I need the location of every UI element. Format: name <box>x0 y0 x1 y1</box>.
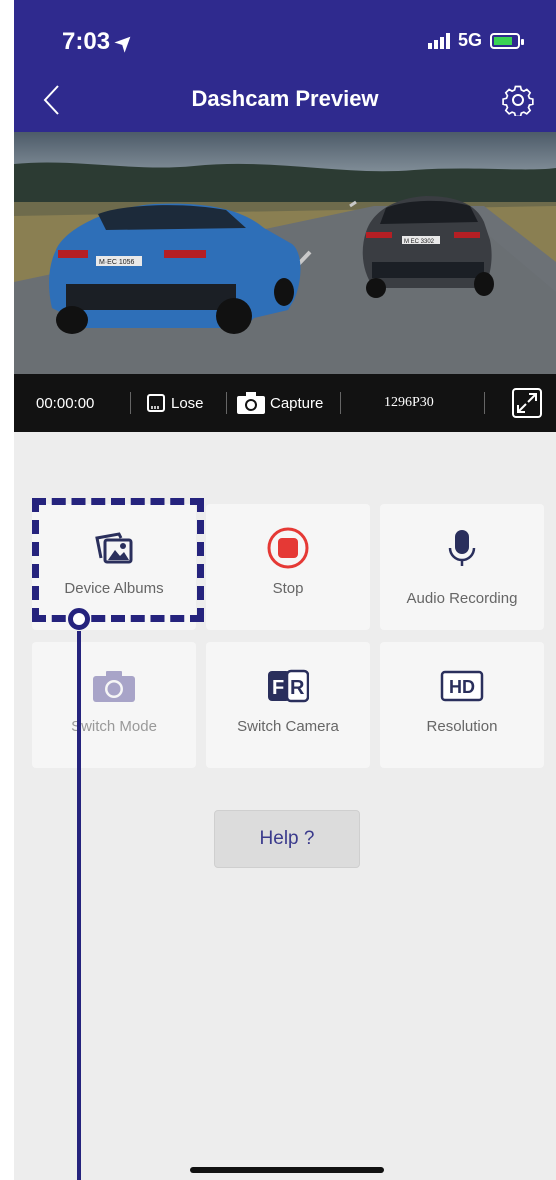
audio-recording-button[interactable]: Audio Recording <box>380 504 544 630</box>
capture-button[interactable]: Capture <box>236 374 323 432</box>
network-label: 5G <box>457 30 482 50</box>
stop-label: Stop <box>272 580 304 597</box>
gear-icon <box>502 85 534 118</box>
video-timestamp: 00:00:00 <box>36 394 95 412</box>
signal-icon <box>427 32 450 49</box>
callout-pointer-dot <box>68 608 90 630</box>
switch-mode-button[interactable]: Switch Mode <box>32 642 196 768</box>
plate-right: M EC 3302 <box>404 239 435 245</box>
video-control-bar: 00:00:00 Lose Capture 1296P30 <box>14 374 556 432</box>
expand-icon <box>512 388 542 418</box>
divider <box>340 392 341 414</box>
status-icons: 5G <box>427 30 524 51</box>
video-preview[interactable]: M·EC 1056 M EC 3302 <box>14 132 556 374</box>
hd-icon: HD <box>440 670 484 702</box>
lose-button[interactable]: Lose <box>146 374 204 432</box>
settings-button[interactable] <box>502 84 534 118</box>
resolution-indicator: 1296P30 <box>384 395 434 410</box>
callout-pointer-line <box>77 631 81 1180</box>
callout-highlight-box <box>32 498 204 622</box>
divider <box>130 392 131 414</box>
sd-card-icon <box>147 394 165 412</box>
capture-label: Capture <box>270 394 324 412</box>
front-letter: F <box>272 677 284 699</box>
lose-label: Lose <box>171 394 204 412</box>
divider <box>226 392 227 414</box>
stop-record-icon <box>267 527 309 569</box>
front-rear-icon: F R <box>268 669 309 703</box>
switch-camera-button[interactable]: F R Switch Camera <box>206 642 370 768</box>
location-arrow-icon: ➤ <box>111 29 139 57</box>
road-scene-image: M·EC 1056 M EC 3302 <box>14 132 556 374</box>
status-time: 7:03➤ <box>62 28 139 57</box>
hd-text: HD <box>449 677 475 697</box>
help-button[interactable]: Help ? <box>214 810 360 868</box>
microphone-icon <box>448 530 476 566</box>
stop-button[interactable]: Stop <box>206 504 370 630</box>
camera-icon <box>93 671 135 702</box>
phone-screen: 7:03➤ 5G Dashcam Preview M·EC 1056 M EC … <box>14 0 556 1180</box>
switch-mode-label: Switch Mode <box>71 718 157 735</box>
audio-recording-label: Audio Recording <box>406 590 518 607</box>
rear-letter: R <box>290 677 305 699</box>
battery-icon <box>490 32 524 49</box>
fullscreen-button[interactable] <box>512 374 542 432</box>
switch-camera-label: Switch Camera <box>237 718 339 735</box>
page-title: Dashcam Preview <box>191 86 379 111</box>
home-indicator <box>190 1167 384 1173</box>
resolution-label: Resolution <box>426 718 498 735</box>
app-header: 7:03➤ 5G Dashcam Preview <box>14 0 556 132</box>
plate-left: M·EC 1056 <box>99 259 135 266</box>
camera-icon <box>237 392 265 414</box>
resolution-button[interactable]: HD Resolution <box>380 642 544 768</box>
divider <box>484 392 485 414</box>
